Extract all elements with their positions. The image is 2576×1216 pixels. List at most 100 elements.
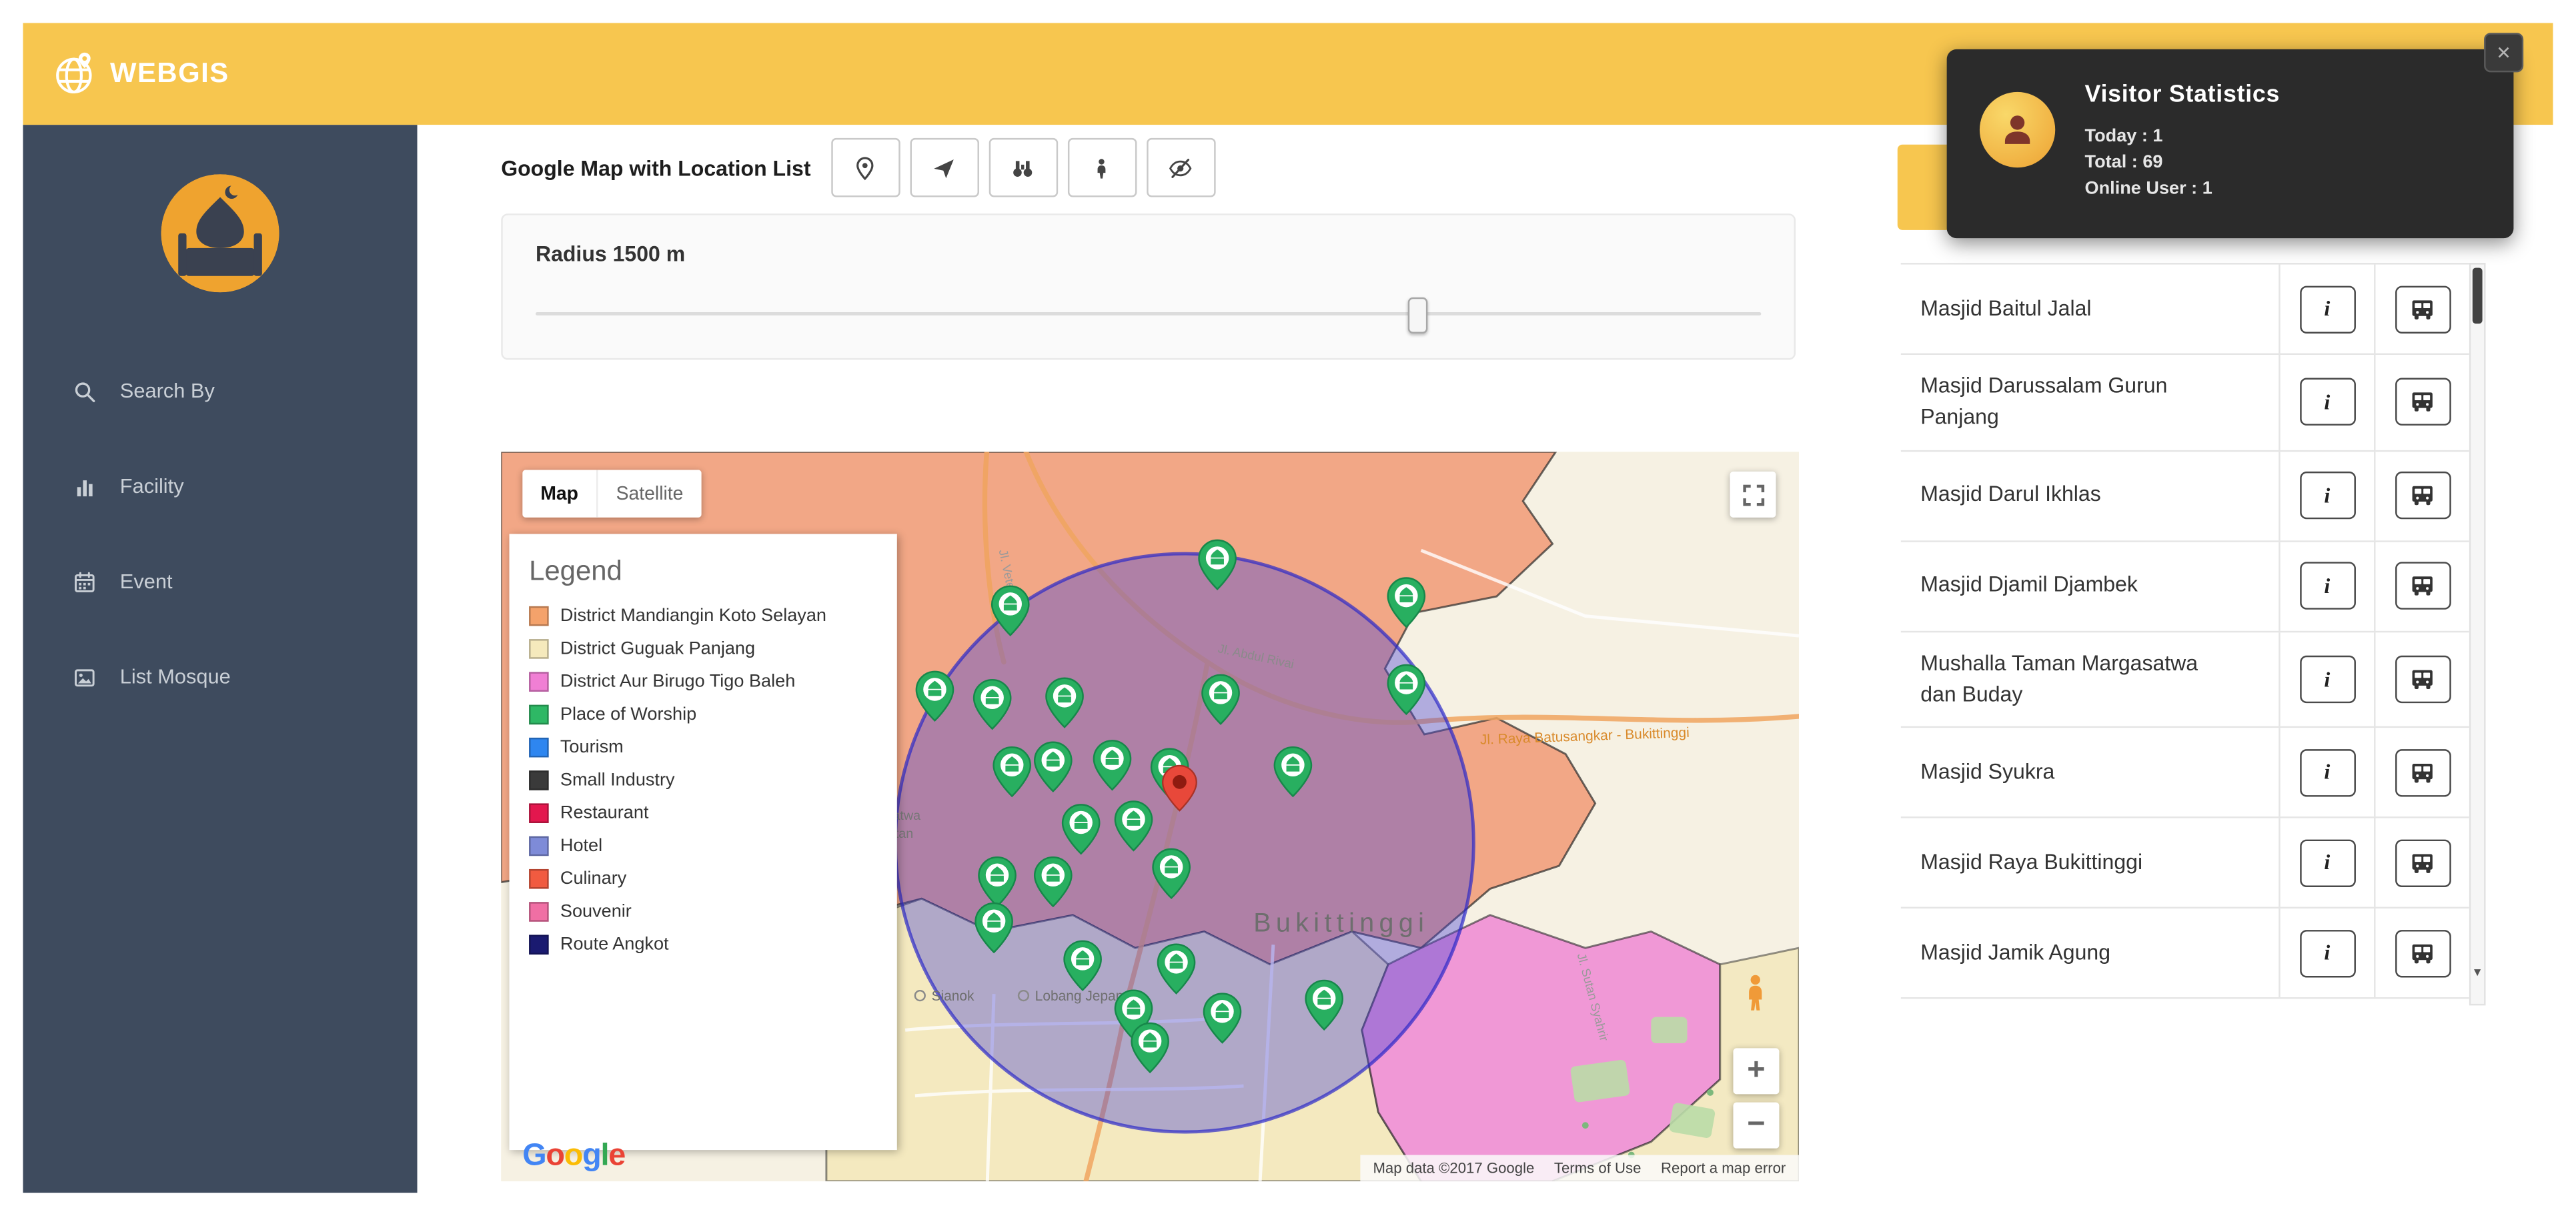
legend-label: Restaurant (560, 803, 649, 823)
map-legend: Legend District Mandiangin Koto SelayanD… (510, 534, 897, 1150)
route-cell (2374, 632, 2469, 726)
info-button[interactable]: i (2299, 656, 2355, 703)
scrollbar-down-arrow[interactable]: ▼ (2471, 968, 2484, 979)
legend-label: Culinary (560, 869, 626, 889)
legend-item: Hotel (529, 836, 877, 856)
info-icon: i (2324, 760, 2330, 786)
report-error-link[interactable]: Report a map error (1661, 1160, 1786, 1177)
locate-button[interactable] (909, 138, 978, 197)
info-button[interactable]: i (2299, 562, 2355, 610)
pegman-icon[interactable] (1745, 975, 1766, 1021)
route-cell (2374, 542, 2469, 630)
visitor-statistics-popup: ✕ Visitor Statistics Today : 1 Total : 6… (1947, 49, 2514, 238)
poi-label-sianok: Sianok (932, 989, 975, 1004)
info-icon: i (2324, 666, 2330, 692)
table-row: Masjid Darussalam Gurun Panjangi (1901, 355, 2469, 452)
route-button[interactable] (2395, 472, 2451, 519)
visitor-stats-title: Visitor Statistics (2085, 82, 2281, 108)
info-icon: i (2324, 941, 2330, 967)
legend-item: Route Angkot (529, 935, 877, 955)
ic-image (72, 664, 97, 689)
sidebar-item-label: Facility (120, 475, 184, 498)
bus-icon (2410, 484, 2435, 508)
sidebar-item-facility[interactable]: Facility (23, 439, 417, 534)
info-button[interactable]: i (2299, 378, 2355, 426)
page-title: Google Map with Location List (501, 155, 810, 180)
bus-icon (2410, 667, 2435, 692)
zoom-out-button[interactable]: − (1733, 1103, 1779, 1149)
route-button[interactable] (2395, 656, 2451, 703)
list-scrollbar[interactable]: ▼ (2469, 263, 2486, 1005)
route-button[interactable] (2395, 749, 2451, 796)
ic-calendar (72, 569, 97, 594)
info-button[interactable]: i (2299, 839, 2355, 886)
zoom-in-button[interactable]: + (1733, 1048, 1779, 1094)
terms-link[interactable]: Terms of Use (1554, 1160, 1642, 1177)
table-row: Mushalla Taman Margasatwa dan Budayi (1901, 632, 2469, 728)
info-cell: i (2279, 728, 2374, 817)
legend-label: Small Industry (560, 770, 675, 790)
mosque-name: Masjid Djamil Djambek (1901, 542, 2279, 630)
sidebar-item-label: List Mosque (120, 666, 231, 688)
info-icon: i (2324, 573, 2330, 599)
radius-panel: Radius 1500 m (501, 213, 1796, 360)
info-button[interactable]: i (2299, 930, 2355, 977)
legend-item: Small Industry (529, 770, 877, 790)
radius-slider-handle[interactable] (1408, 297, 1428, 334)
user-avatar[interactable] (161, 174, 279, 292)
title-row: Google Map with Location List (501, 138, 1215, 197)
legend-label: District Mandiangin Koto Selayan (560, 606, 826, 626)
legend-item: Restaurant (529, 803, 877, 823)
popup-close-button[interactable]: ✕ (2484, 33, 2523, 72)
legend-item: Souvenir (529, 902, 877, 922)
info-button[interactable]: i (2299, 472, 2355, 519)
route-cell (2374, 909, 2469, 998)
legend-item: District Aur Birugo Tigo Baleh (529, 672, 877, 692)
scrollbar-thumb[interactable] (2473, 267, 2483, 324)
marker-button[interactable] (830, 138, 899, 197)
info-cell: i (2279, 632, 2374, 726)
table-row: Masjid Raya Bukittinggii (1901, 819, 2469, 909)
legend-swatch (529, 803, 549, 823)
table-row: Masjid Darul Ikhlasi (1901, 452, 2469, 542)
bus-icon (2410, 851, 2435, 876)
info-cell: i (2279, 265, 2374, 354)
visitor-avatar (1980, 92, 2055, 167)
mosque-avatar-icon (161, 174, 279, 292)
legend-item: Place of Worship (529, 705, 877, 725)
street-view-button[interactable] (1067, 138, 1136, 197)
ic-eyeslash (1168, 155, 1193, 180)
info-button[interactable]: i (2299, 749, 2355, 796)
fullscreen-button[interactable] (1730, 472, 1776, 518)
person-icon (1996, 109, 2039, 151)
sidebar-item-search-by[interactable]: Search By (23, 344, 417, 439)
brand[interactable]: WEBGIS (49, 23, 229, 125)
ic-send (932, 155, 956, 180)
route-button[interactable] (2395, 562, 2451, 610)
map-canvas[interactable]: Bukittinggi Jl. Raya Batusangkar - Bukit… (501, 452, 1799, 1181)
map-type-map-button[interactable]: Map (522, 470, 596, 517)
legend-swatch (529, 935, 549, 955)
globe-logo-icon (49, 49, 99, 99)
route-button[interactable] (2395, 378, 2451, 426)
app-window: WEBGIS Search ByFacilityEventL (23, 23, 2553, 1193)
mosque-name: Masjid Jamik Agung (1901, 909, 2279, 998)
sidebar-item-list-mosque[interactable]: List Mosque (23, 629, 417, 724)
sidebar-item-event[interactable]: Event (23, 534, 417, 629)
info-icon: i (2324, 295, 2330, 322)
legend-item: District Guguak Panjang (529, 639, 877, 659)
hide-markers-button[interactable] (1146, 138, 1215, 197)
radius-slider[interactable] (536, 297, 1761, 330)
info-cell: i (2279, 909, 2374, 998)
mosque-table: Masjid Baitul JalaliMasjid Darussalam Gu… (1901, 263, 2469, 1007)
info-icon: i (2324, 850, 2330, 876)
search-nearby-button[interactable] (989, 138, 1057, 197)
sidebar-nav: Search By Facility Event List Mosque (23, 344, 417, 724)
route-button[interactable] (2395, 839, 2451, 886)
map-type-satellite-button[interactable]: Satellite (596, 470, 701, 517)
route-button[interactable] (2395, 285, 2451, 332)
legend-item: District Mandiangin Koto Selayan (529, 606, 877, 626)
info-button[interactable]: i (2299, 285, 2355, 332)
info-icon: i (2324, 482, 2330, 508)
route-button[interactable] (2395, 930, 2451, 977)
